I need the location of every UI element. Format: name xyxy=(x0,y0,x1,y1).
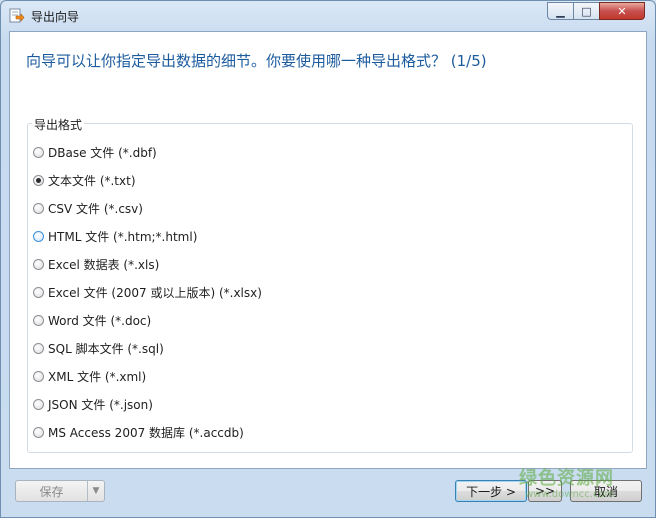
format-option-html[interactable]: HTML 文件 (*.htm;*.html) xyxy=(33,226,197,246)
watermark-url: www.downcc.com xyxy=(525,489,615,500)
radio-button[interactable] xyxy=(33,230,44,242)
format-option-label: Word 文件 (*.doc) xyxy=(48,313,152,328)
radio-button[interactable] xyxy=(33,286,44,298)
format-option-label: HTML 文件 (*.htm;*.html) xyxy=(48,229,198,244)
format-option-csv[interactable]: CSV 文件 (*.csv) xyxy=(33,198,143,218)
wizard-heading: 向导可以让你指定导出数据的细节。你要使用哪一种导出格式？ (1/5) xyxy=(26,52,487,70)
export-format-group-label: 导出格式 xyxy=(32,116,85,133)
format-option-dbf[interactable]: DBase 文件 (*.dbf) xyxy=(33,142,157,162)
format-option-label: 文本文件 (*.txt) xyxy=(48,173,136,188)
radio-button[interactable] xyxy=(33,426,44,438)
save-button[interactable]: 保存 xyxy=(16,481,88,501)
format-option-xlsx[interactable]: Excel 文件 (2007 或以上版本) (*.xlsx) xyxy=(33,282,262,302)
radio-button-selected[interactable] xyxy=(33,174,44,186)
format-option-label: DBase 文件 (*.dbf) xyxy=(48,145,157,160)
format-option-xml[interactable]: XML 文件 (*.xml) xyxy=(33,366,146,386)
maximize-button[interactable]: □ xyxy=(573,2,600,20)
format-option-label: Excel 数据表 (*.xls) xyxy=(48,257,160,272)
export-wizard-window: 导出向导 ▁ □ ✕ 向导可以让你指定导出数据的细节。你要使用哪一种导出格式？ … xyxy=(0,0,656,518)
format-option-doc[interactable]: Word 文件 (*.doc) xyxy=(33,310,151,330)
radio-button[interactable] xyxy=(33,314,44,326)
format-option-label: SQL 脚本文件 (*.sql) xyxy=(48,341,164,356)
radio-button[interactable] xyxy=(33,258,44,270)
format-option-label: XML 文件 (*.xml) xyxy=(48,369,147,384)
format-option-xls[interactable]: Excel 数据表 (*.xls) xyxy=(33,254,159,274)
export-wizard-icon xyxy=(9,8,25,23)
format-option-label: JSON 文件 (*.json) xyxy=(48,397,153,412)
close-button[interactable]: ✕ xyxy=(599,2,645,20)
watermark-logo: 绿色资源网 xyxy=(519,468,614,489)
close-icon: ✕ xyxy=(617,4,627,18)
radio-button[interactable] xyxy=(33,202,44,214)
title-bar[interactable]: 导出向导 ▁ □ ✕ xyxy=(1,1,655,31)
window-title: 导出向导 xyxy=(31,10,80,24)
save-split-button[interactable]: 保存 ▼ xyxy=(15,480,105,502)
radio-button[interactable] xyxy=(33,370,44,382)
chevron-down-icon[interactable]: ▼ xyxy=(88,481,104,501)
format-option-sql[interactable]: SQL 脚本文件 (*.sql) xyxy=(33,338,164,358)
minimize-button[interactable]: ▁ xyxy=(547,2,574,20)
radio-button[interactable] xyxy=(33,398,44,410)
format-option-label: Excel 文件 (2007 或以上版本) (*.xlsx) xyxy=(48,285,262,300)
format-option-txt[interactable]: 文本文件 (*.txt) xyxy=(33,170,136,190)
format-option-label: MS Access 2007 数据库 (*.accdb) xyxy=(48,425,244,440)
minimize-icon: ▁ xyxy=(556,4,565,18)
format-option-label: CSV 文件 (*.csv) xyxy=(48,201,143,216)
format-option-json[interactable]: JSON 文件 (*.json) xyxy=(33,394,153,414)
next-button[interactable]: 下一步 > xyxy=(455,480,527,502)
maximize-icon: □ xyxy=(581,4,592,18)
radio-button[interactable] xyxy=(33,146,44,158)
radio-button[interactable] xyxy=(33,342,44,354)
wizard-content: 向导可以让你指定导出数据的细节。你要使用哪一种导出格式？ (1/5) 导出格式 … xyxy=(9,31,647,469)
format-option-accdb[interactable]: MS Access 2007 数据库 (*.accdb) xyxy=(33,422,244,442)
